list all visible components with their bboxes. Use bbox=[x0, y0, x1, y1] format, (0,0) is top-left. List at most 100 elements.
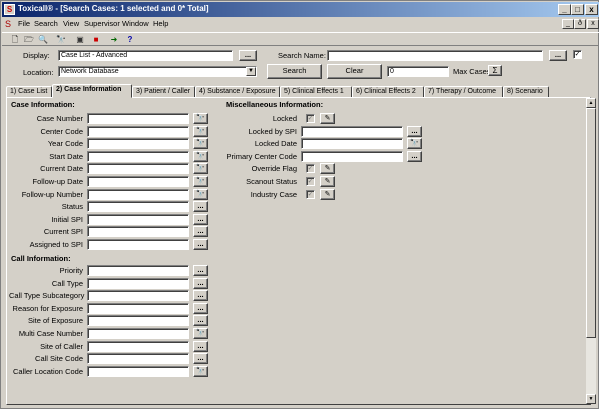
scroll-up-icon[interactable]: ▲ bbox=[586, 98, 596, 108]
call-information-heading: Call Information: bbox=[11, 254, 71, 263]
current-date-field[interactable] bbox=[87, 163, 189, 175]
industry-case-checkbox[interactable]: ✓ bbox=[306, 189, 315, 199]
call-type-subcategory-field[interactable] bbox=[87, 290, 189, 302]
vertical-scrollbar[interactable]: ▲ ▼ bbox=[586, 98, 596, 404]
locked-date-lookup-icon[interactable]: 🔭 bbox=[407, 138, 422, 150]
locked-by-spi-field[interactable] bbox=[301, 125, 403, 137]
scanout-status-checkbox[interactable]: ✓ bbox=[306, 177, 315, 186]
chevron-down-icon[interactable]: ▼ bbox=[246, 67, 256, 76]
site-of-exposure-browse-button[interactable]: ... bbox=[193, 315, 208, 327]
follow-up-number-lookup-icon[interactable]: 🔭 bbox=[193, 188, 208, 200]
menu-search[interactable]: Search bbox=[34, 19, 58, 28]
status-browse-button[interactable]: ... bbox=[193, 201, 208, 213]
mdi-restore-button[interactable]: ð bbox=[574, 19, 586, 29]
call-site-code-field[interactable] bbox=[87, 353, 189, 365]
call-site-code-browse-button[interactable]: ... bbox=[193, 353, 208, 365]
search-name-browse-button[interactable]: ... bbox=[549, 50, 567, 61]
current-date-lookup-icon[interactable]: 🔭 bbox=[193, 163, 208, 175]
locked-by-spi-browse-button[interactable]: ... bbox=[407, 125, 422, 137]
call-type-browse-button[interactable]: ... bbox=[193, 277, 208, 289]
follow-up-date-field[interactable] bbox=[87, 176, 189, 187]
scanout-status-clear-icon[interactable]: ✎ bbox=[320, 176, 335, 187]
assigned-to-spi-field[interactable] bbox=[87, 239, 189, 250]
display-browse-button[interactable]: ... bbox=[239, 50, 257, 61]
find-icon[interactable]: 🔍 bbox=[37, 34, 49, 45]
override-flag-checkbox[interactable]: ✓ bbox=[306, 164, 315, 174]
primary-center-code-label: Primary Center Code bbox=[226, 151, 297, 161]
priority-browse-button[interactable]: ... bbox=[193, 265, 208, 276]
site-of-caller-browse-button[interactable]: ... bbox=[193, 340, 208, 352]
current-spi-browse-button[interactable]: ... bbox=[193, 226, 208, 238]
search-name-label: Search Name: bbox=[278, 51, 326, 60]
new-icon[interactable]: 🗋 bbox=[9, 34, 21, 45]
search-name-checkbox[interactable]: ✓ bbox=[573, 50, 582, 59]
multi-case-number-field[interactable] bbox=[87, 328, 189, 339]
cancel-icon[interactable]: ■ bbox=[90, 34, 102, 45]
locked-date-field[interactable] bbox=[301, 138, 403, 150]
close-button[interactable]: x bbox=[585, 4, 598, 15]
menu-help[interactable]: Help bbox=[153, 19, 168, 28]
assigned-to-spi-browse-button[interactable]: ... bbox=[193, 239, 208, 250]
max-cases-count-field[interactable]: 0 bbox=[387, 66, 449, 77]
caller-location-code-field[interactable] bbox=[87, 365, 189, 377]
menu-supervisor[interactable]: Supervisor bbox=[84, 19, 120, 28]
binoculars-icon[interactable]: 🔭 bbox=[55, 34, 67, 45]
follow-up-number-field[interactable] bbox=[87, 188, 189, 200]
sigma-icon[interactable]: Σ bbox=[488, 65, 502, 76]
case-number-lookup-icon[interactable]: 🔭 bbox=[193, 113, 208, 124]
location-label: Location: bbox=[23, 68, 54, 77]
search-button[interactable]: Search bbox=[267, 64, 322, 79]
app-icon[interactable]: S bbox=[4, 4, 15, 15]
mdi-minimize-button[interactable]: _ bbox=[562, 19, 574, 29]
help-icon[interactable]: ? bbox=[124, 34, 136, 45]
initial-spi-field[interactable] bbox=[87, 213, 189, 225]
priority-field[interactable] bbox=[87, 265, 189, 276]
menu-view[interactable]: View bbox=[63, 19, 79, 28]
start-date-lookup-icon[interactable]: 🔭 bbox=[193, 150, 208, 162]
start-date-label: Start Date bbox=[49, 151, 83, 161]
center-code-lookup-icon[interactable]: 🔭 bbox=[193, 125, 208, 137]
reason-for-exposure-browse-button[interactable]: ... bbox=[193, 302, 208, 314]
open-icon[interactable]: 🗁 bbox=[23, 34, 35, 45]
status-field[interactable] bbox=[87, 201, 189, 213]
exit-icon[interactable]: ➜ bbox=[108, 34, 120, 45]
search-name-field[interactable] bbox=[327, 50, 543, 61]
site-of-exposure-field[interactable] bbox=[87, 315, 189, 327]
primary-center-code-field[interactable] bbox=[301, 150, 403, 162]
override-flag-clear-icon[interactable]: ✎ bbox=[320, 163, 335, 175]
follow-up-date-lookup-icon[interactable]: 🔭 bbox=[193, 176, 208, 187]
display-field[interactable]: Case List - Advanced bbox=[58, 50, 233, 61]
document-icon[interactable]: S bbox=[5, 19, 15, 29]
primary-center-code-browse-button[interactable]: ... bbox=[407, 150, 422, 162]
locked-label: Locked bbox=[272, 114, 297, 123]
multi-case-number-lookup-icon[interactable]: 🔭 bbox=[193, 328, 208, 339]
scroll-down-icon[interactable]: ▼ bbox=[586, 394, 596, 404]
year-code-field[interactable] bbox=[87, 138, 189, 150]
initial-spi-browse-button[interactable]: ... bbox=[193, 213, 208, 225]
locked-clear-icon[interactable]: ✎ bbox=[320, 113, 335, 124]
call-type-field[interactable] bbox=[87, 277, 189, 289]
locked-checkbox[interactable]: ✓ bbox=[306, 114, 315, 123]
current-spi-field[interactable] bbox=[87, 226, 189, 238]
industry-case-clear-icon[interactable]: ✎ bbox=[320, 188, 335, 200]
location-dropdown[interactable]: Network Database ▼ bbox=[58, 66, 257, 77]
minimize-button[interactable]: _ bbox=[558, 4, 571, 15]
year-code-lookup-icon[interactable]: 🔭 bbox=[193, 138, 208, 150]
caller-location-code-lookup-icon[interactable]: 🔭 bbox=[193, 365, 208, 377]
clear-button[interactable]: Clear bbox=[327, 64, 382, 79]
maximize-button[interactable]: □ bbox=[571, 4, 584, 15]
case-number-field[interactable] bbox=[87, 113, 189, 124]
menu-window[interactable]: Window bbox=[122, 19, 149, 28]
tab-case-information[interactable]: 2) Case Information bbox=[52, 84, 132, 98]
reason-for-exposure-field[interactable] bbox=[87, 302, 189, 314]
menu-file[interactable]: File bbox=[18, 19, 30, 28]
call-type-subcategory-browse-button[interactable]: ... bbox=[193, 290, 208, 302]
display-label: Display: bbox=[23, 51, 50, 60]
print-preview-icon[interactable]: ▣ bbox=[74, 34, 86, 45]
mdi-close-button[interactable]: x bbox=[587, 19, 599, 29]
caller-location-code-label: Caller Location Code bbox=[12, 366, 83, 376]
scroll-thumb[interactable] bbox=[586, 108, 596, 338]
center-code-field[interactable] bbox=[87, 125, 189, 137]
start-date-field[interactable] bbox=[87, 150, 189, 162]
site-of-caller-field[interactable] bbox=[87, 340, 189, 352]
